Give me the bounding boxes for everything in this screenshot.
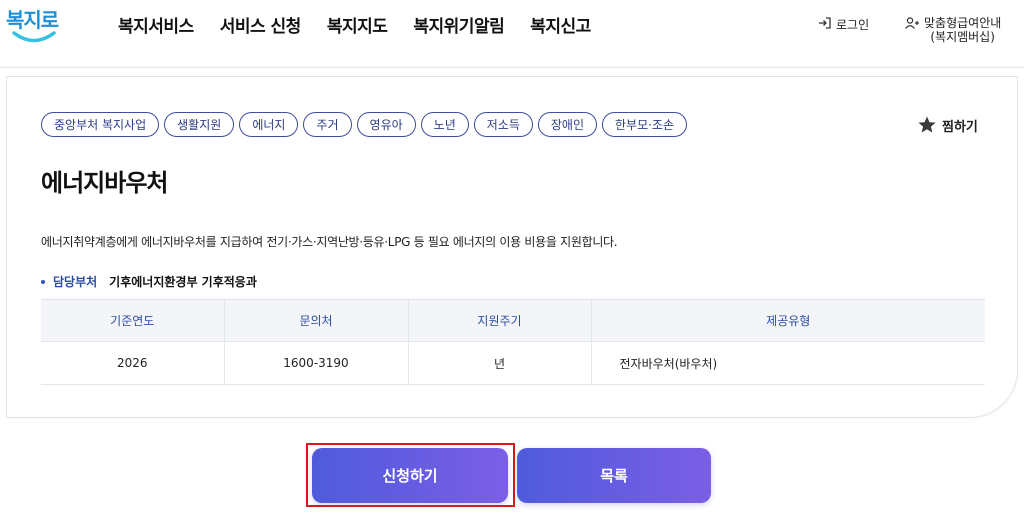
- table-header-row: 기준연도 문의처 지원주기 제공유형: [41, 299, 985, 342]
- tag-single-parent[interactable]: 한부모·조손: [602, 112, 688, 137]
- service-title: 에너지바우처: [41, 169, 168, 197]
- department-label: 담당부처: [53, 275, 98, 289]
- service-description: 에너지취약계층에게 에너지바우처를 지급하여 전기·가스·지역난방·등유·LPG…: [41, 235, 618, 249]
- nav-service-apply[interactable]: 서비스 신청: [220, 12, 302, 37]
- service-info-table: 기준연도 문의처 지원주기 제공유형 2026 1600-3190 년 전자바우…: [41, 299, 985, 385]
- department-value: 기후에너지환경부 기후적응과: [109, 275, 257, 289]
- tag-energy[interactable]: 에너지: [239, 112, 299, 137]
- login-label: 로그인: [836, 18, 870, 32]
- service-detail-card: 중앙부처 복지사업 생활지원 에너지 주거 영유아 노년 저소득 장애인 한부모…: [6, 76, 1018, 418]
- category-tags: 중앙부처 복지사업 생활지원 에너지 주거 영유아 노년 저소득 장애인 한부모…: [41, 112, 688, 137]
- apply-button[interactable]: 신청하기: [312, 448, 508, 503]
- header-base-year: 기준연도: [41, 299, 225, 342]
- header-support-cycle: 지원주기: [408, 299, 592, 342]
- tag-elderly[interactable]: 노년: [420, 112, 469, 137]
- login-icon: [819, 17, 831, 29]
- tag-low-income[interactable]: 저소득: [473, 112, 533, 137]
- tag-housing[interactable]: 주거: [303, 112, 352, 137]
- tag-living-support[interactable]: 생활지원: [164, 112, 235, 137]
- nav-welfare-report[interactable]: 복지신고: [530, 12, 591, 37]
- membership-guide-link[interactable]: 맞춤형급여안내 (복지멤버십): [904, 16, 1001, 44]
- site-header: 복지로 복지서비스 서비스 신청 복지지도 복지위기알림 복지신고 로그인 맞춤…: [0, 0, 1024, 68]
- cell-contact: 1600-3190: [224, 341, 409, 385]
- guide-label-line1: 맞춤형급여안내: [924, 16, 1002, 30]
- nav-welfare-services[interactable]: 복지서비스: [118, 12, 194, 37]
- header-provision-type: 제공유형: [591, 299, 985, 342]
- star-icon: [918, 116, 936, 133]
- cell-provision-type: 전자바우처(바우처): [591, 341, 985, 385]
- logo-text: 복지로: [6, 8, 59, 32]
- main-nav: 복지서비스 서비스 신청 복지지도 복지위기알림 복지신고: [118, 12, 591, 37]
- bullet-dot: [41, 279, 45, 284]
- department-info: 담당부처 기후에너지환경부 기후적응과: [41, 273, 257, 290]
- logo-smile-icon: [12, 31, 56, 43]
- cell-base-year: 2026: [41, 341, 225, 385]
- tag-central-ministry[interactable]: 중앙부처 복지사업: [41, 112, 160, 137]
- guide-label-line2: (복지멤버십): [930, 30, 995, 44]
- tag-infant[interactable]: 영유아: [356, 112, 416, 137]
- table-row: 2026 1600-3190 년 전자바우처(바우처): [41, 341, 985, 385]
- favorite-label: 찜하기: [942, 119, 978, 135]
- tag-disabled[interactable]: 장애인: [537, 112, 597, 137]
- nav-crisis-alert[interactable]: 복지위기알림: [413, 12, 504, 37]
- user-plus-icon: [905, 17, 919, 29]
- login-link[interactable]: 로그인: [818, 16, 869, 33]
- favorite-button[interactable]: 찜하기: [917, 115, 978, 135]
- nav-welfare-map[interactable]: 복지지도: [327, 12, 388, 37]
- list-button[interactable]: 목록: [517, 448, 711, 503]
- logo[interactable]: 복지로: [4, 4, 60, 48]
- cell-support-cycle: 년: [408, 341, 592, 385]
- header-contact: 문의처: [224, 299, 409, 342]
